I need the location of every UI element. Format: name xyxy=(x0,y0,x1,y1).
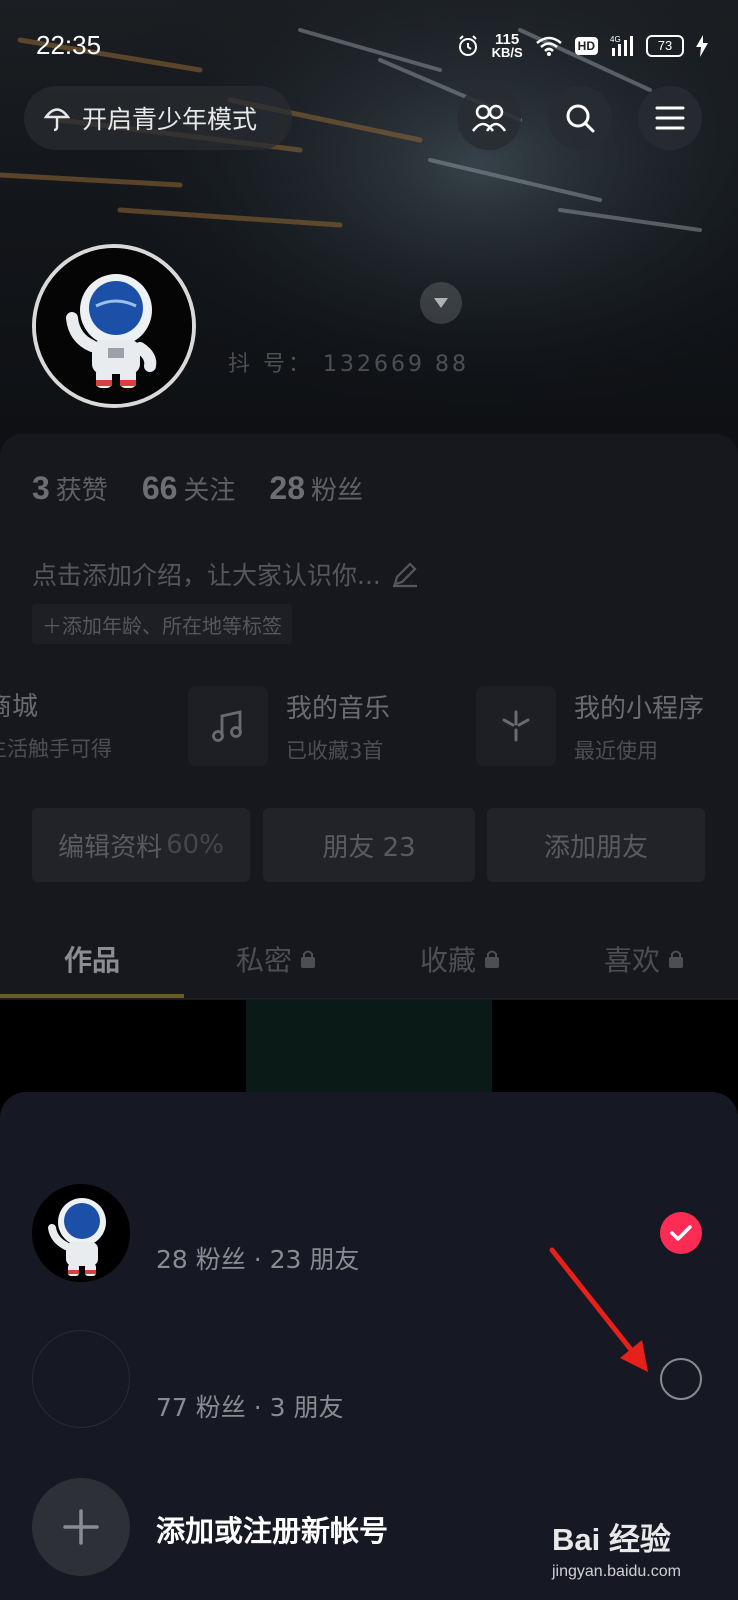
stat-label: 获赞 xyxy=(55,476,108,506)
bio-text: 点击添加介绍，让大家认识你... xyxy=(32,561,381,590)
lock-icon xyxy=(301,950,315,968)
two-people-icon xyxy=(471,104,507,132)
service-my-music[interactable]: 我的音乐 已收藏3首 xyxy=(188,686,390,766)
edit-profile-progress: 60% xyxy=(166,830,224,860)
charging-icon xyxy=(696,35,708,57)
profile-avatar[interactable] xyxy=(32,244,196,408)
battery-indicator: 73 xyxy=(646,35,684,57)
stat-label: 粉丝 xyxy=(311,476,364,506)
tabs-divider xyxy=(0,998,738,999)
account-avatar-second[interactable] xyxy=(32,1330,130,1428)
service-subtitle: 生活触手可得 xyxy=(0,737,112,761)
tab-private[interactable]: 私密 xyxy=(184,920,368,998)
edit-profile-button[interactable]: 编辑资料 60% xyxy=(32,808,250,882)
stat-value: 66 xyxy=(141,470,178,506)
bio-prompt[interactable]: 点击添加介绍，让大家认识你... xyxy=(32,556,419,592)
add-account-button[interactable] xyxy=(32,1478,130,1576)
service-title: 商城 xyxy=(0,692,39,722)
service-subtitle: 最近使用 xyxy=(574,738,658,763)
watermark-logo: Bai 经验 xyxy=(552,1522,671,1557)
account-stats: 28 粉丝 · 23 朋友 xyxy=(156,1245,360,1274)
plus-icon xyxy=(63,1509,99,1545)
network-speed: 115 KB/S xyxy=(491,32,523,60)
status-icons: 115 KB/S HD 4G 73 xyxy=(456,30,708,62)
astronaut-avatar-image xyxy=(32,1184,130,1282)
friends-button[interactable] xyxy=(457,86,521,150)
service-title: 我的小程序 xyxy=(574,693,705,724)
pencil-icon xyxy=(392,562,417,588)
add-account-label[interactable]: 添加或注册新帐号 xyxy=(156,1508,388,1550)
checkmark-icon xyxy=(670,1225,692,1241)
hd-badge: HD xyxy=(574,37,598,55)
status-bar: 22:35 115 KB/S HD 4G 73 xyxy=(0,0,738,90)
tab-label: 私密 xyxy=(235,944,292,977)
tab-label: 作品 xyxy=(63,944,120,977)
stat-following[interactable]: 66 关注 xyxy=(142,470,236,507)
edit-profile-label: 编辑资料 xyxy=(58,832,163,863)
stat-followers[interactable]: 28 粉丝 xyxy=(269,470,363,507)
mini-program-icon xyxy=(476,686,556,766)
profile-stats: 3 获赞 66 关注 28 粉丝 xyxy=(32,470,363,507)
wifi-icon xyxy=(535,36,562,56)
alarm-icon xyxy=(458,35,477,56)
user-id: 抖 号： 132669 88 xyxy=(228,352,469,377)
search-button[interactable] xyxy=(548,86,612,150)
add-friend-button[interactable]: 添加朋友 xyxy=(487,808,705,882)
stat-value: 28 xyxy=(269,470,306,506)
service-mini-programs[interactable]: 我的小程序 最近使用 xyxy=(476,686,704,766)
caret-down-icon xyxy=(434,298,448,308)
status-time: 22:35 xyxy=(36,30,102,60)
teen-mode-label: 开启青少年模式 xyxy=(82,105,258,134)
services-row: 商城 生活触手可得 我的音乐 已收藏3首 我的小程序 xyxy=(0,686,738,766)
lock-icon xyxy=(669,950,683,968)
add-tags-button[interactable]: ＋添加年龄、所在地等标签 xyxy=(32,604,292,644)
service-title: 我的音乐 xyxy=(286,693,391,724)
service-subtitle: 已收藏3首 xyxy=(286,738,384,763)
tab-label: 收藏 xyxy=(419,944,476,977)
account-switch-dropdown[interactable] xyxy=(420,282,462,324)
tab-works[interactable]: 作品 xyxy=(0,920,184,998)
account-stats: 77 粉丝 · 3 朋友 xyxy=(156,1393,344,1422)
signal-icon: 4G xyxy=(610,35,633,56)
friends-count-button[interactable]: 朋友 23 xyxy=(263,808,475,882)
network-type: 4G xyxy=(610,35,621,44)
menu-button[interactable] xyxy=(638,86,702,150)
account-unselected-radio[interactable] xyxy=(660,1358,702,1400)
search-icon xyxy=(566,104,595,133)
content-tabs: 作品 私密 收藏 喜欢 xyxy=(0,920,738,998)
stat-likes[interactable]: 3 获赞 xyxy=(32,470,108,507)
service-shop[interactable]: 商城 生活触手可得 xyxy=(0,686,112,763)
baidu-watermark: Bai 经验 jingyan.baidu.com xyxy=(552,1514,681,1581)
stat-label: 关注 xyxy=(183,476,236,506)
account-selected-check[interactable] xyxy=(660,1212,702,1254)
stat-value: 3 xyxy=(32,470,50,506)
tab-label: 喜欢 xyxy=(603,944,660,977)
account-avatar-current[interactable] xyxy=(32,1184,130,1282)
speed-unit: KB/S xyxy=(491,45,523,60)
watermark-url: jingyan.baidu.com xyxy=(552,1563,681,1580)
tab-favorites[interactable]: 收藏 xyxy=(368,920,552,998)
umbrella-icon xyxy=(44,108,70,132)
lock-icon xyxy=(485,950,499,968)
astronaut-avatar-image xyxy=(36,248,192,404)
music-note-icon xyxy=(188,686,268,766)
tab-likes[interactable]: 喜欢 xyxy=(552,920,736,998)
teen-mode-button[interactable]: 开启青少年模式 xyxy=(24,86,292,150)
hamburger-menu-icon xyxy=(655,106,685,130)
